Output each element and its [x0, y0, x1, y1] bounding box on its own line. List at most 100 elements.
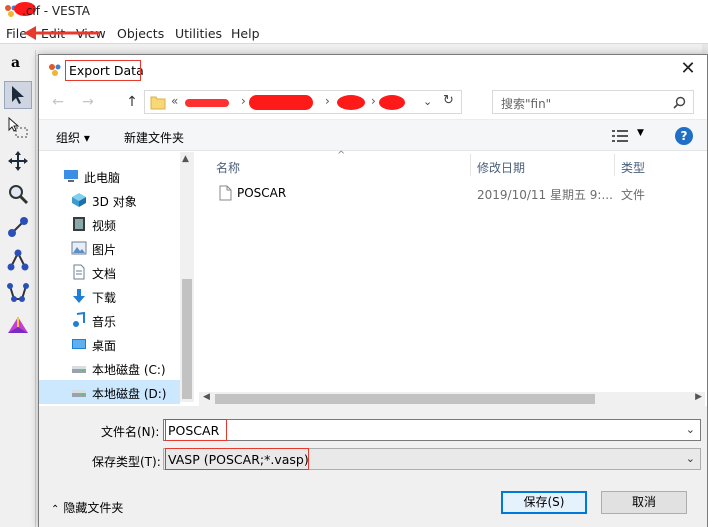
- column-divider: [614, 154, 615, 176]
- music-icon: [73, 312, 85, 327]
- move-icon: [8, 151, 28, 171]
- command-bar: 组织 ▾ 新建文件夹 ▼ ?: [39, 119, 707, 151]
- boundary-tool[interactable]: [4, 312, 32, 340]
- menu-utilities[interactable]: Utilities: [175, 26, 222, 41]
- hide-folders-toggle[interactable]: ⌃ 隐藏文件夹: [51, 499, 123, 516]
- computer-icon: [64, 170, 78, 182]
- address-prefix: «: [171, 94, 179, 108]
- scrollbar-thumb[interactable]: [182, 279, 192, 399]
- folder-icon: [150, 96, 166, 110]
- refresh-icon[interactable]: ↻: [443, 93, 454, 108]
- save-form: 文件名(N): POSCAR ⌄ 保存类型(T): VASP (POSCAR;*…: [39, 406, 707, 527]
- dihedral-tool[interactable]: [4, 279, 32, 307]
- drive-icon: [72, 390, 86, 397]
- magnify-tool[interactable]: [4, 180, 32, 208]
- cancel-button[interactable]: 取消: [601, 491, 687, 514]
- filename-field[interactable]: POSCAR ⌄: [163, 419, 701, 441]
- hide-folders-label: 隐藏文件夹: [63, 501, 124, 515]
- distance-tool[interactable]: [4, 213, 32, 241]
- move-tool[interactable]: [4, 147, 32, 175]
- pictures-icon: [71, 241, 87, 255]
- search-input[interactable]: 搜索"fin": [492, 90, 694, 114]
- scrollbar-thumb[interactable]: [215, 394, 595, 404]
- sort-caret-icon: ^: [337, 150, 346, 161]
- back-arrow-icon[interactable]: ←: [49, 91, 67, 113]
- file-row[interactable]: POSCAR 2019/10/11 星期五 9:... 文件: [199, 182, 705, 204]
- menu-help[interactable]: Help: [231, 26, 260, 41]
- redaction-scribble: [249, 95, 313, 110]
- view-options-icon[interactable]: [612, 130, 628, 142]
- horizontal-scrollbar[interactable]: ◀ ▶: [199, 392, 705, 406]
- angle-tool[interactable]: [4, 246, 32, 274]
- organize-button[interactable]: 组织 ▾: [56, 129, 90, 146]
- nav-item-label: 桌面: [92, 339, 117, 353]
- column-header-type[interactable]: 类型: [621, 159, 645, 176]
- redaction-scribble: [379, 95, 405, 110]
- chevron-down-icon[interactable]: ▼: [637, 128, 644, 138]
- nav-item[interactable]: 图片: [39, 236, 180, 260]
- close-button[interactable]: ✕: [677, 59, 699, 81]
- menu-objects[interactable]: Objects: [117, 26, 164, 41]
- nav-item[interactable]: 文档: [39, 260, 180, 284]
- nav-item-label: 3D 对象: [92, 195, 137, 209]
- magnify-icon: [9, 185, 29, 205]
- nav-item-label: 本地磁盘 (D:): [92, 387, 167, 401]
- chevron-down-icon[interactable]: ⌄: [423, 95, 432, 108]
- drive-icon: [72, 366, 86, 373]
- select-arrow-tool[interactable]: [4, 81, 32, 109]
- address-bar[interactable]: « › › › ⌄ ↻: [144, 90, 462, 114]
- chevron-down-icon: ⌄: [685, 452, 695, 465]
- scroll-left-icon[interactable]: ◀: [203, 392, 210, 402]
- vesta-logo-icon: [49, 64, 61, 76]
- up-arrow-icon[interactable]: ↑: [123, 91, 141, 113]
- help-button[interactable]: ?: [675, 127, 693, 145]
- file-name: POSCAR: [237, 186, 287, 200]
- app-title: .cif - VESTA: [22, 4, 90, 18]
- video-icon: [73, 217, 85, 231]
- downloads-icon: [73, 289, 85, 303]
- nav-item[interactable]: 桌面: [39, 332, 180, 356]
- redaction-scribble: [337, 95, 365, 110]
- file-type: 文件: [621, 188, 646, 202]
- nav-item-label: 此电脑: [84, 171, 121, 185]
- file-icon: [219, 185, 232, 201]
- dialog-titlebar: Export Data ✕: [39, 55, 707, 85]
- address-separator: ›: [325, 94, 330, 108]
- address-row: ← → ↑ « › › › ⌄ ↻ 搜索"fin": [39, 87, 707, 117]
- nav-item-label: 音乐: [92, 315, 117, 329]
- nav-item-label: 视频: [92, 219, 117, 233]
- save-button[interactable]: 保存(S): [501, 491, 587, 514]
- nav-item[interactable]: 视频: [39, 212, 180, 236]
- nav-item[interactable]: 本地磁盘 (C:): [39, 356, 180, 380]
- search-icon: [673, 96, 686, 109]
- new-folder-button[interactable]: 新建文件夹: [124, 129, 184, 146]
- 3d-objects-icon: [72, 193, 86, 207]
- column-header-modified[interactable]: 修改日期: [477, 159, 525, 176]
- nav-item-label: 文档: [92, 267, 117, 281]
- filetype-select[interactable]: VASP (POSCAR;*.vasp) ⌄: [163, 448, 701, 470]
- select-box-tool[interactable]: [4, 114, 32, 142]
- scroll-right-icon[interactable]: ▶: [695, 392, 702, 402]
- menubar: File Edit View Objects Utilities Help: [0, 22, 708, 44]
- redaction-scribble: [185, 99, 229, 107]
- documents-icon: [73, 264, 85, 280]
- filetype-label: 保存类型(T):: [92, 455, 161, 469]
- toolbar-label: a: [11, 55, 21, 71]
- chevron-down-icon[interactable]: ⌄: [686, 423, 695, 436]
- navigation-pane: 此电脑 3D 对象视频图片文档下载音乐桌面本地磁盘 (C:) 本地磁盘 (D:) ▲: [39, 152, 194, 404]
- nav-item[interactable]: 3D 对象: [39, 188, 180, 212]
- scroll-up-icon[interactable]: ▲: [182, 154, 189, 164]
- forward-arrow-icon[interactable]: →: [79, 91, 97, 113]
- column-header-name[interactable]: 名称: [216, 159, 240, 176]
- nav-item[interactable]: 本地磁盘 (D:): [39, 380, 180, 404]
- search-placeholder: 搜索"fin": [501, 97, 552, 111]
- vertical-scrollbar[interactable]: ▲: [180, 152, 194, 402]
- filetype-value: VASP (POSCAR;*.vasp): [168, 452, 309, 467]
- nav-item[interactable]: 下载: [39, 284, 180, 308]
- address-separator: ›: [371, 94, 376, 108]
- file-list: ^ 名称 修改日期 类型 POSCAR 2019/10/11 星期五 9:...…: [199, 150, 705, 406]
- nav-item[interactable]: 音乐: [39, 308, 180, 332]
- filename-label: 文件名(N):: [101, 425, 160, 439]
- annotation-arrow: [24, 26, 100, 40]
- nav-item[interactable]: 此电脑: [39, 164, 180, 188]
